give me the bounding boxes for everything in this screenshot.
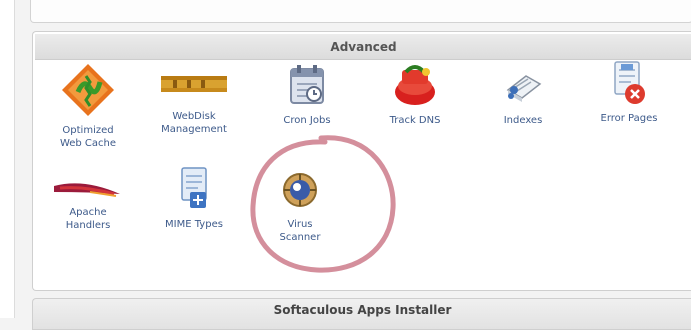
previous-section-panel	[30, 0, 691, 23]
left-rail	[0, 0, 15, 318]
cron-jobs-link[interactable]: Cron Jobs	[262, 64, 352, 127]
cron-calendar-icon	[290, 65, 324, 104]
item-label: WebDisk Management	[161, 111, 227, 135]
item-label: Cron Jobs	[283, 115, 331, 126]
section-title: Advanced	[330, 39, 397, 54]
next-section-title: Softaculous Apps Installer	[273, 303, 452, 317]
section-header[interactable]: Advanced	[35, 34, 691, 60]
apache-handlers-link[interactable]: Apache Handlers	[43, 176, 133, 232]
item-label: Virus Scanner	[279, 219, 321, 243]
virus-scanner-link[interactable]: Virus Scanner	[255, 170, 345, 244]
apache-feather-icon	[54, 183, 120, 197]
item-label: Apache Handlers	[65, 207, 111, 231]
item-label: Optimized Web Cache	[59, 125, 117, 149]
indexes-link[interactable]: Indexes	[478, 66, 568, 127]
item-label: MIME Types	[165, 219, 223, 230]
webdisk-management-link[interactable]: WebDisk Management	[149, 68, 239, 136]
item-label: Indexes	[503, 115, 543, 126]
softaculous-section-header[interactable]: Softaculous Apps Installer	[32, 298, 691, 330]
mime-types-link[interactable]: MIME Types	[149, 166, 239, 231]
error-pages-link[interactable]: Error Pages	[584, 60, 674, 125]
optimized-web-cache-link[interactable]: Optimized Web Cache	[43, 62, 133, 150]
item-label: Track DNS	[389, 115, 441, 126]
error-pages-icon	[614, 61, 645, 104]
webdisk-icon	[161, 76, 227, 92]
cache-optimize-icon	[62, 64, 114, 116]
track-dns-icon	[395, 65, 435, 105]
track-dns-link[interactable]: Track DNS	[370, 64, 460, 127]
mime-types-icon	[181, 167, 207, 208]
virus-scanner-icon	[283, 173, 317, 207]
indexes-icon	[506, 75, 542, 102]
item-label: Error Pages	[600, 113, 658, 124]
